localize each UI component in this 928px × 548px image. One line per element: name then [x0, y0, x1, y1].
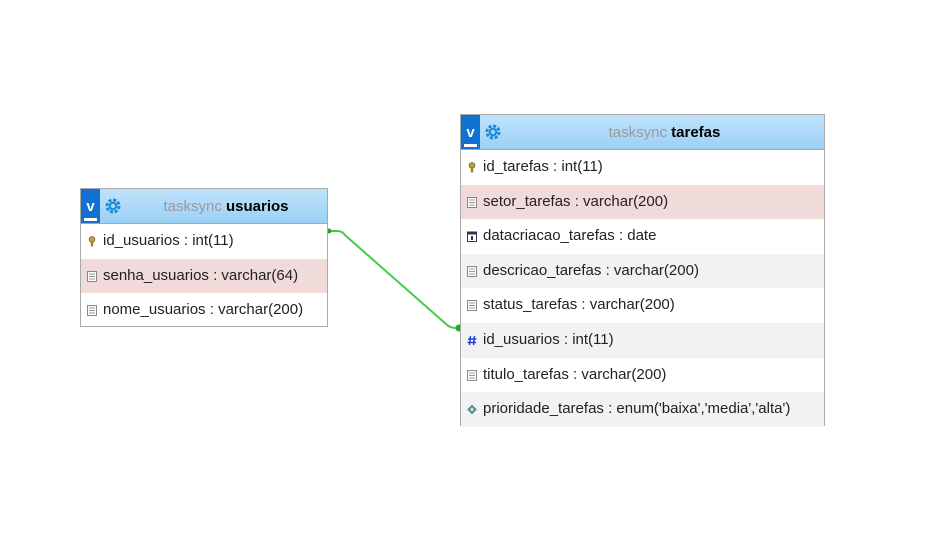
- column-label: id_usuarios : int(11): [483, 330, 614, 348]
- text-field-icon: [467, 196, 477, 208]
- column-row[interactable]: setor_tarefas : varchar(200): [461, 184, 824, 220]
- column-row[interactable]: descricao_tarefas : varchar(200): [461, 253, 824, 289]
- date-icon: [467, 231, 477, 243]
- table-name: tarefas: [671, 124, 721, 141]
- gear-icon[interactable]: [105, 198, 121, 214]
- text-field-icon: [467, 300, 477, 312]
- key-icon: [88, 236, 96, 247]
- column-label: status_tarefas : varchar(200): [483, 296, 675, 314]
- text-field-icon: [87, 305, 97, 317]
- table-title: tasksync usuarios: [125, 189, 327, 223]
- text-field-icon: [467, 265, 477, 277]
- column-label: descricao_tarefas : varchar(200): [483, 261, 699, 279]
- key-icon: [468, 162, 476, 173]
- table-tarefas[interactable]: v tasksync tarefas id_tarefas : int(11) …: [460, 114, 825, 427]
- column-label: senha_usuarios : varchar(64): [103, 266, 299, 284]
- column-row[interactable]: id_usuarios : int(11): [81, 224, 327, 259]
- column-row[interactable]: status_tarefas : varchar(200): [461, 288, 824, 323]
- table-header[interactable]: v tasksync tarefas: [461, 115, 824, 150]
- database-name: tasksync: [163, 198, 222, 215]
- collapse-toggle-button[interactable]: v: [81, 189, 100, 223]
- relation-path: [328, 230, 461, 329]
- gear-icon[interactable]: [485, 124, 501, 140]
- column-label: datacriacao_tarefas : date: [483, 227, 657, 245]
- text-field-icon: [87, 270, 97, 282]
- column-row[interactable]: prioridade_tarefas : enum('baixa','media…: [461, 392, 824, 427]
- database-name: tasksync: [608, 124, 667, 141]
- collapse-toggle-button[interactable]: v: [461, 115, 480, 149]
- table-header[interactable]: v tasksync usuarios: [81, 189, 327, 224]
- column-label: titulo_tarefas : varchar(200): [483, 365, 667, 383]
- column-label: id_usuarios : int(11): [103, 232, 234, 249]
- table-name: usuarios: [226, 198, 289, 215]
- table-title: tasksync tarefas: [505, 115, 824, 149]
- column-row[interactable]: nome_usuarios : varchar(200): [81, 293, 327, 328]
- number-icon: [467, 335, 477, 346]
- column-row[interactable]: titulo_tarefas : varchar(200): [461, 358, 824, 393]
- column-row[interactable]: datacriacao_tarefas : date: [461, 219, 824, 254]
- column-row[interactable]: id_usuarios : int(11): [461, 322, 824, 358]
- enum-icon: [467, 404, 477, 415]
- column-row[interactable]: id_tarefas : int(11): [461, 150, 824, 185]
- column-label: id_tarefas : int(11): [483, 158, 603, 175]
- table-usuarios[interactable]: v tasksync usuarios id_usuarios : int(11…: [80, 188, 328, 327]
- column-row[interactable]: senha_usuarios : varchar(64): [81, 258, 327, 294]
- column-label: prioridade_tarefas : enum('baixa','media…: [483, 400, 791, 418]
- text-field-icon: [467, 369, 477, 381]
- column-label: setor_tarefas : varchar(200): [483, 192, 669, 210]
- column-label: nome_usuarios : varchar(200): [103, 301, 304, 319]
